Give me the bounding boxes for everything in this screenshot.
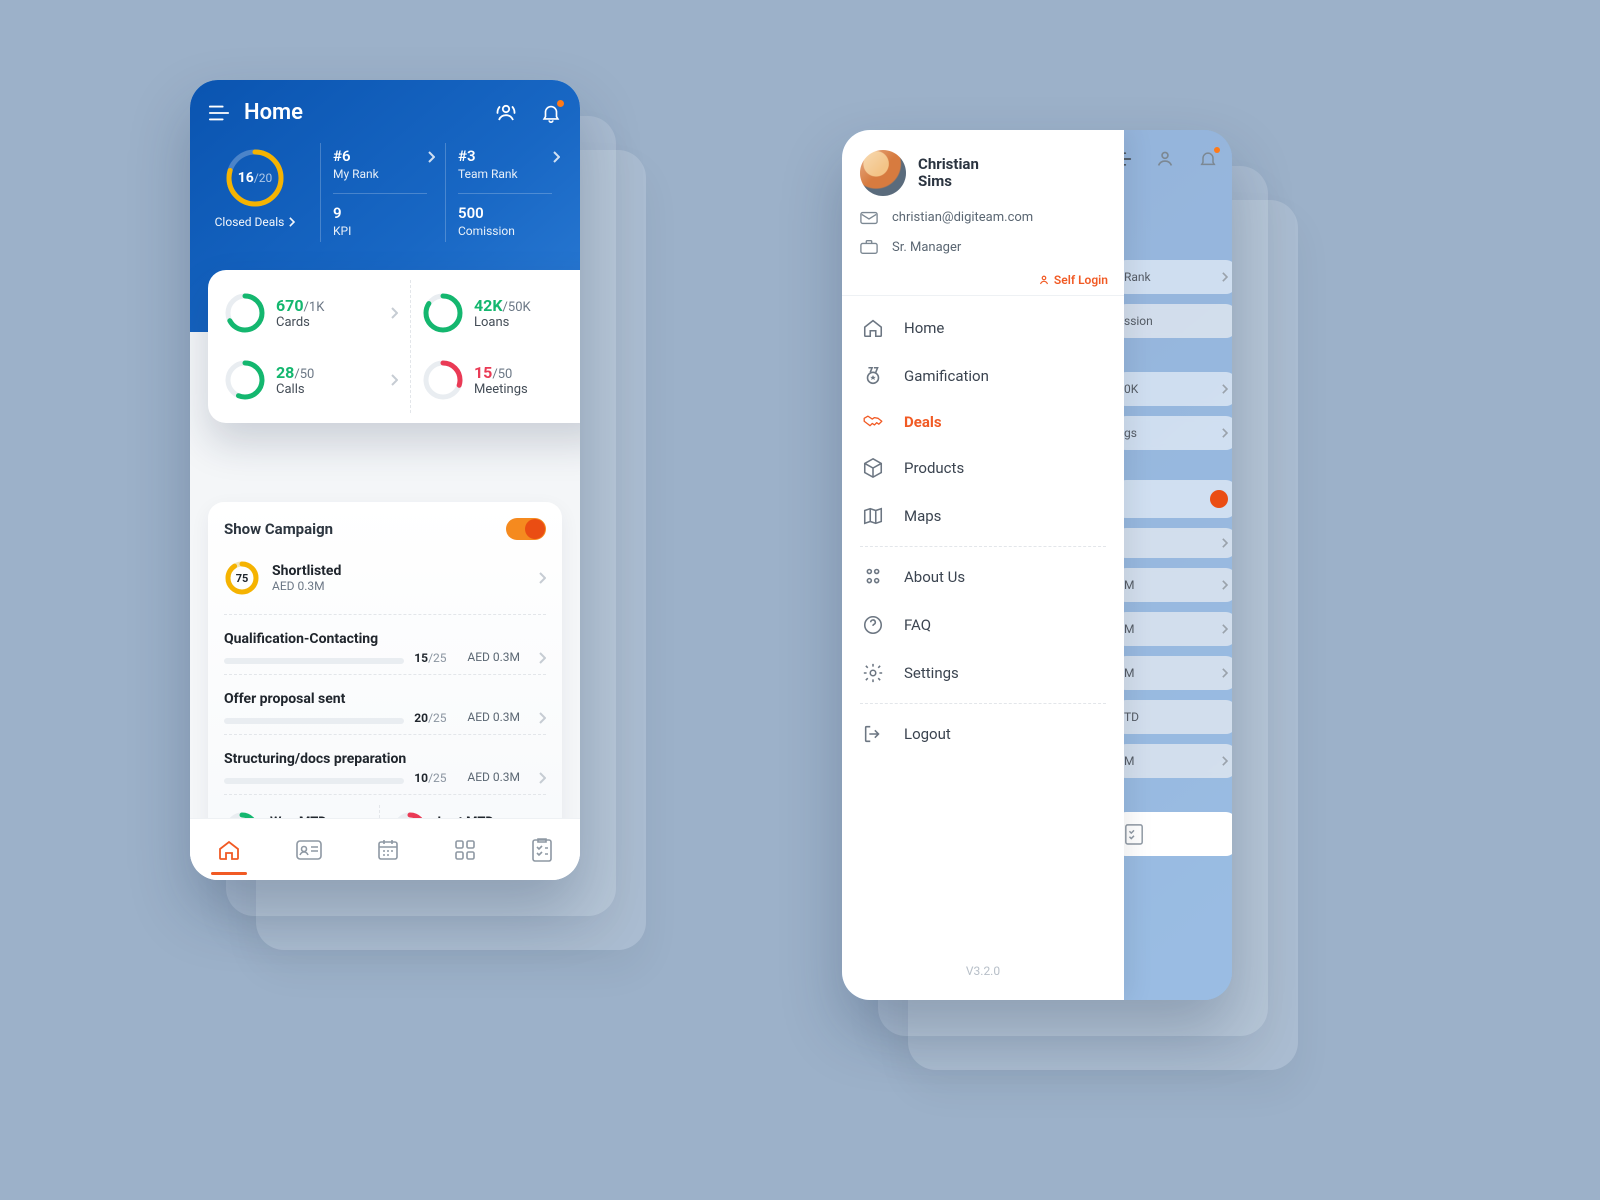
tab-checklist[interactable]: [521, 829, 563, 871]
tab-home[interactable]: [207, 830, 251, 870]
user-name: ChristianSims: [918, 156, 979, 191]
pipe-qualification[interactable]: Qualification-Contacting 15/25 AED 0.3M: [224, 625, 546, 668]
menu-gamification[interactable]: Gamification: [842, 352, 1124, 400]
home-screen: Home 16/20: [190, 80, 580, 880]
campaign-card: Show Campaign 75 ShortlistedAED 0.3M Qua…: [208, 502, 562, 867]
menu-deals[interactable]: Deals: [842, 400, 1124, 444]
version-label: V3.2.0: [842, 954, 1124, 988]
profile-icon[interactable]: [494, 101, 518, 125]
medal-icon: [862, 365, 884, 387]
tab-id[interactable]: [286, 832, 332, 868]
tab-apps[interactable]: [444, 831, 486, 869]
team-rank-tile[interactable]: #3 Team Rank 500 Comission: [445, 143, 562, 242]
drawer-screen: Rank ssion 0K gs M M M TD M ChristianSim…: [842, 130, 1232, 1000]
campaign-toggle[interactable]: [506, 518, 546, 540]
map-icon: [862, 505, 884, 527]
kpi-tile-calls[interactable]: 28/50Calls: [212, 351, 410, 409]
avatar[interactable]: [860, 150, 906, 196]
menu-home[interactable]: Home: [842, 304, 1124, 352]
menu-icon[interactable]: [208, 104, 230, 122]
page-title: Home: [244, 100, 303, 125]
kpi-tile-meetings[interactable]: 15/50Meetings: [410, 351, 580, 409]
briefcase-icon: [860, 239, 878, 255]
menu-about[interactable]: About Us: [842, 553, 1124, 601]
pipe-structuring[interactable]: Structuring/docs preparation 10/25 AED 0…: [224, 745, 546, 788]
tab-calendar[interactable]: [366, 830, 410, 870]
gear-icon: [862, 662, 884, 684]
menu-maps[interactable]: Maps: [842, 492, 1124, 540]
kpi-tile-cards[interactable]: 670/1KCards: [212, 284, 410, 342]
bell-icon[interactable]: [540, 102, 562, 124]
menu-faq[interactable]: FAQ: [842, 601, 1124, 649]
team-icon: [862, 566, 884, 588]
closed-deals-gauge[interactable]: 16/20: [224, 147, 286, 209]
cube-icon: [862, 457, 884, 479]
help-icon: [862, 614, 884, 636]
closed-deals-link[interactable]: Closed Deals: [215, 215, 296, 229]
user-role: Sr. Manager: [860, 239, 1106, 255]
menu-settings[interactable]: Settings: [842, 649, 1124, 697]
under-hints: Rank ssion 0K gs M M M TD M: [1116, 130, 1232, 856]
kpi-tile-loans[interactable]: 42K/50KLoans: [410, 284, 580, 342]
shortlisted-row[interactable]: 75 ShortlistedAED 0.3M: [224, 552, 546, 608]
campaign-title: Show Campaign: [224, 520, 333, 538]
bottom-tabs: [190, 818, 580, 880]
menu-logout[interactable]: Logout: [842, 710, 1124, 758]
handshake-icon: [862, 413, 884, 431]
menu-products[interactable]: Products: [842, 444, 1124, 492]
mail-icon: [860, 211, 878, 225]
kpi-tiles-card: 670/1KCards 42K/50KLoans 28/50Calls 15/5…: [208, 270, 580, 423]
side-drawer: ChristianSims christian@digiteam.com Sr.…: [842, 130, 1124, 1000]
user-email: christian@digiteam.com: [860, 210, 1106, 225]
home-icon: [862, 317, 884, 339]
pipe-offer[interactable]: Offer proposal sent 20/25 AED 0.3M: [224, 685, 546, 728]
logout-icon: [862, 723, 884, 745]
self-login-link[interactable]: Self Login: [842, 267, 1124, 295]
my-rank-tile[interactable]: #6 My Rank 9 KPI: [320, 143, 437, 242]
under-checklist-icon[interactable]: [1116, 812, 1232, 856]
